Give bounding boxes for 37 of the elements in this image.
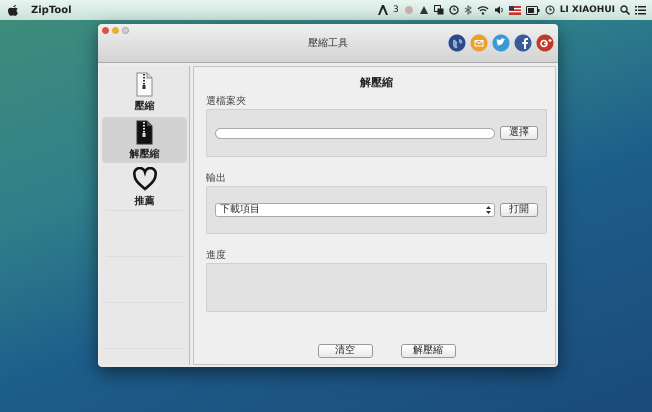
letter-f-icon[interactable] (514, 34, 532, 52)
wifi-icon[interactable] (476, 5, 489, 15)
group-label: 輸出 (206, 172, 226, 185)
heart-icon (132, 166, 156, 192)
letter-g-plus-icon[interactable] (536, 34, 554, 52)
bluetooth-icon[interactable] (464, 5, 472, 15)
notification-count: 3 (392, 5, 399, 15)
document-icon (135, 120, 154, 144)
clear-button[interactable]: 清空 (318, 344, 372, 358)
apple-icon (8, 4, 18, 16)
sidebar-item[interactable]: 解壓縮 (102, 117, 187, 163)
list-icon[interactable] (635, 5, 646, 15)
flag-icon[interactable] (508, 6, 521, 14)
clock-icon[interactable] (544, 5, 555, 15)
updown-arrows-icon (486, 206, 491, 214)
sidebar-item[interactable]: 推薦 (106, 164, 183, 211)
extract-button[interactable]: 解壓縮 (400, 344, 456, 358)
group-label: 選檔案夾 (206, 94, 246, 108)
document-icon (135, 72, 154, 96)
battery-icon[interactable] (526, 6, 540, 14)
close-button[interactable] (102, 27, 109, 34)
sidebar-item[interactable]: 壓縮 (102, 69, 187, 115)
path-input-field[interactable] (215, 128, 495, 138)
squares-icon[interactable] (434, 5, 444, 15)
group-label: 進度 (206, 248, 226, 262)
speaker-icon[interactable] (494, 5, 504, 15)
choose-button[interactable]: 選擇 (500, 126, 538, 140)
output-dropdown[interactable]: 下載項目 (215, 203, 495, 217)
section-heading: 解壓縮 (360, 75, 393, 90)
open-button[interactable]: 打開 (500, 203, 538, 217)
clock-icon[interactable] (448, 5, 459, 15)
app-name-menu[interactable]: ZipTool (31, 4, 72, 16)
search-icon[interactable] (620, 5, 630, 15)
globe-icon[interactable] (448, 34, 466, 52)
user-name[interactable]: LI XIAOHUI (560, 5, 615, 15)
bird-icon[interactable] (492, 34, 510, 52)
window-title: 壓縮工具 (307, 36, 349, 50)
